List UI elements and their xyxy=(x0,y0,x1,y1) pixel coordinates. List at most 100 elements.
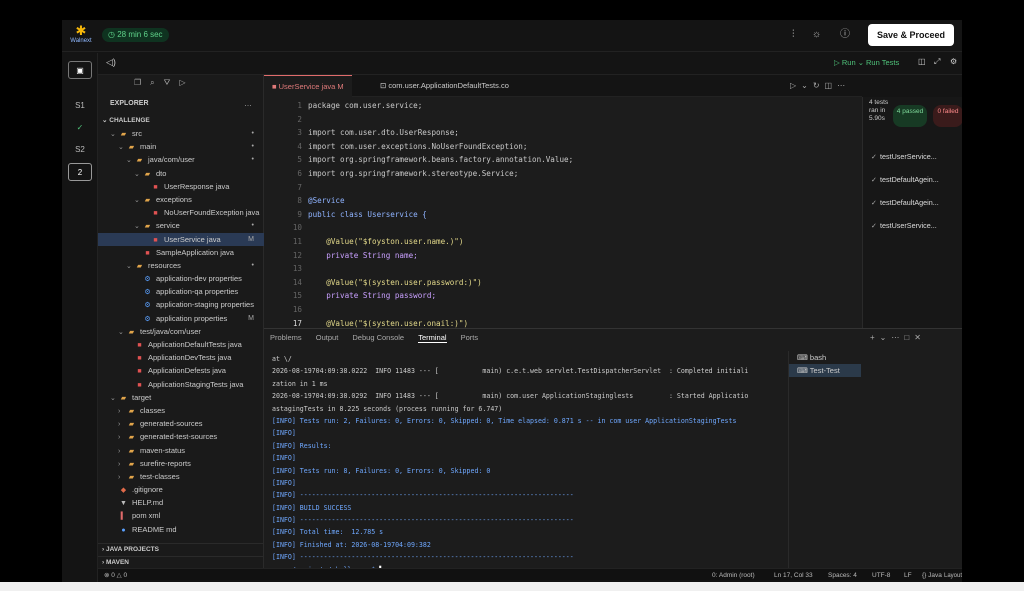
section-s1[interactable]: S1 xyxy=(68,97,92,115)
tree-item[interactable]: ▍ pom xml xyxy=(98,509,264,522)
code-text[interactable]: import org.springframework.stereotype.Se… xyxy=(308,167,518,181)
debug-icon[interactable]: ⛛ xyxy=(164,78,180,87)
tree-item[interactable]: ⚙ application properties M xyxy=(98,312,264,325)
tab-default-tests[interactable]: ⊡ com.user.ApplicationDefaultTests.co xyxy=(372,75,517,97)
code-text[interactable]: import com.user.dto.UserResponse; xyxy=(308,126,459,140)
tree-item[interactable]: ■ ApplicationDevTests java xyxy=(98,351,264,364)
cursor-position[interactable]: Ln 17, Col 33 xyxy=(774,569,813,582)
code-line[interactable]: 11 @Value("$foyston.user.name.)") xyxy=(264,235,854,249)
code-line[interactable]: 16 xyxy=(264,303,854,317)
tab-ports[interactable]: Ports xyxy=(461,333,479,342)
code-line[interactable]: 12 private String name; xyxy=(264,249,854,263)
run-tests-button[interactable]: Run Tests xyxy=(866,58,899,67)
tree-item[interactable]: ⚙ application-dev properties xyxy=(98,272,264,285)
tab-userservice[interactable]: ■ UserService java M xyxy=(264,75,352,97)
layout-toggle-icon[interactable]: ▣ xyxy=(68,61,92,79)
code-line[interactable]: 6 import org.springframework.stereotype.S… xyxy=(264,167,854,181)
tree-item[interactable]: ⌄ ▰ main • xyxy=(98,140,264,153)
tree-item[interactable]: ■ ApplicationStagingTests java xyxy=(98,378,264,391)
split-view-icon[interactable]: ◫ xyxy=(918,57,926,66)
tree-item[interactable]: ● README md xyxy=(98,523,264,536)
tab-output[interactable]: Output xyxy=(316,333,339,342)
section-number-badge[interactable]: 2 xyxy=(68,163,92,181)
run-button[interactable]: ▷ Run ⌄ xyxy=(834,58,864,67)
audio-icon[interactable]: ◁) xyxy=(106,57,116,68)
tab-problems[interactable]: Problems xyxy=(270,333,302,342)
code-text[interactable]: @Value("$(systen.user.password:)") xyxy=(308,276,481,290)
code-line[interactable]: 5 import org.springframework.beans.factor… xyxy=(264,153,854,167)
tree-item[interactable]: ⌄ ▰ target xyxy=(98,391,264,404)
tab-debug-console[interactable]: Debug Console xyxy=(352,333,404,342)
tab-terminal[interactable]: Terminal xyxy=(418,333,447,343)
code-text[interactable]: import com.user.exceptions.NoUserFoundEx… xyxy=(308,140,527,154)
tree-item[interactable]: › ▰ generated-test-sources xyxy=(98,430,264,443)
section-challenge[interactable]: ⌄ CHALLENGE xyxy=(98,115,264,127)
code-line[interactable]: 10 xyxy=(264,221,854,235)
panel-actions[interactable]: +⌄⋯□✕ xyxy=(870,333,926,342)
section-java-projects[interactable]: › JAVA PROJECTS xyxy=(98,543,264,555)
code-line[interactable]: 2 xyxy=(264,113,854,127)
test-item[interactable]: ✓ testDefaultAgein... xyxy=(871,198,939,207)
code-text[interactable]: public class Userservice { xyxy=(308,208,427,222)
tree-item[interactable]: ⌄ ▰ exceptions xyxy=(98,193,264,206)
language-mode[interactable]: {} Java xyxy=(922,569,942,582)
code-line[interactable]: 14 @Value("$(systen.user.password:)") xyxy=(264,276,854,290)
terminal-output[interactable]: at \/ 2026-08-19704:09:38.0222 INFO 11483… xyxy=(272,353,784,568)
tree-item[interactable]: ⌄ ▰ java/com/user • xyxy=(98,153,264,166)
more-actions-icon[interactable]: … xyxy=(244,99,252,108)
indent-spaces[interactable]: Spaces: 4 xyxy=(828,569,857,582)
code-line[interactable]: 1 package com.user.service; xyxy=(264,99,854,113)
run-icon[interactable]: ▷ xyxy=(179,78,194,87)
code-text[interactable]: @Service xyxy=(308,194,345,208)
section-maven[interactable]: › MAVEN xyxy=(98,556,264,568)
code-text[interactable]: @Value("$foyston.user.name.)") xyxy=(308,235,463,249)
signal-icon[interactable]: ⫶ xyxy=(792,29,795,41)
terminal-test[interactable]: ⌨ Test-Test xyxy=(789,364,861,377)
tree-item[interactable]: › ▰ maven-status xyxy=(98,444,264,457)
tree-item[interactable]: ■ ApplicationDefests java xyxy=(98,364,264,377)
tree-item[interactable]: ■ UserResponse java xyxy=(98,180,264,193)
tree-item[interactable]: › ▰ classes xyxy=(98,404,264,417)
tree-item[interactable]: ⌄ ▰ src • xyxy=(98,127,264,140)
settings-gear-icon[interactable]: ⚙ xyxy=(950,57,957,66)
code-text[interactable]: import org.springframework.beans.factory… xyxy=(308,153,573,167)
tree-item[interactable]: › ▰ generated-sources xyxy=(98,417,264,430)
code-line[interactable]: 15 private String password; xyxy=(264,289,854,303)
tree-item[interactable]: ⌄ ▰ resources • xyxy=(98,259,264,272)
code-editor[interactable]: 1 package com.user.service; 2 3 import com.u… xyxy=(264,97,862,328)
code-text[interactable]: private String password; xyxy=(308,289,436,303)
code-text[interactable]: @Value("$(systen.user.onail:)") xyxy=(308,317,468,329)
code-line[interactable]: 4 import com.user.exceptions.NoUserFoundE… xyxy=(264,140,854,154)
terminal-bash[interactable]: ⌨ bash xyxy=(789,351,962,364)
keyboard-layout[interactable]: Layout: U.S xyxy=(944,569,962,582)
files-icon[interactable]: ❐ xyxy=(134,78,150,87)
tree-item[interactable]: › ▰ surefire-reports xyxy=(98,457,264,470)
tree-item[interactable]: ■ UserService java M xyxy=(98,232,264,246)
info-icon[interactable]: ⓘ xyxy=(840,29,850,41)
tree-item[interactable]: ▼ HELP.md xyxy=(98,496,264,509)
tree-item[interactable]: ■ NoUserFoundException java xyxy=(98,206,264,219)
code-line[interactable]: 17 @Value("$(systen.user.onail:)") xyxy=(264,317,854,329)
tree-item[interactable]: ⚙ application-staging properties xyxy=(98,298,264,311)
code-line[interactable]: 13 xyxy=(264,262,854,276)
test-item[interactable]: ✓ testUserService... xyxy=(871,221,937,230)
save-proceed-button[interactable]: Save & Proceed xyxy=(868,24,954,46)
line-ending[interactable]: LF xyxy=(904,569,912,582)
tree-item[interactable]: ■ SampleApplication java xyxy=(98,246,264,259)
tree-item[interactable]: ⌄ ▰ service • xyxy=(98,219,264,232)
section-s2[interactable]: S2 xyxy=(68,141,92,159)
code-line[interactable]: 7 xyxy=(264,181,854,195)
editor-actions[interactable]: ▷⌄↻◫⋯ xyxy=(790,81,850,90)
tree-item[interactable]: ◆ .gitignore xyxy=(98,483,264,496)
code-lines[interactable]: 1 package com.user.service; 2 3 import com.u… xyxy=(264,99,854,328)
theme-sun-icon[interactable]: ☼ xyxy=(812,29,821,41)
test-item[interactable]: ✓ testDefaultAgein... xyxy=(871,175,939,184)
tree-item[interactable]: ■ ApplicationDefaultTests java xyxy=(98,338,264,351)
search-icon[interactable]: ⌕ xyxy=(150,78,163,87)
file-encoding[interactable]: UTF-8 xyxy=(872,569,890,582)
code-text[interactable]: private String name; xyxy=(308,249,417,263)
tree-item[interactable]: ⌄ ▰ test/java/com/user xyxy=(98,325,264,338)
tree-item[interactable]: ⌄ ▰ dto xyxy=(98,167,264,180)
code-line[interactable]: 9 public class Userservice { xyxy=(264,208,854,222)
tree-item[interactable]: ⚙ application-qa properties xyxy=(98,285,264,298)
